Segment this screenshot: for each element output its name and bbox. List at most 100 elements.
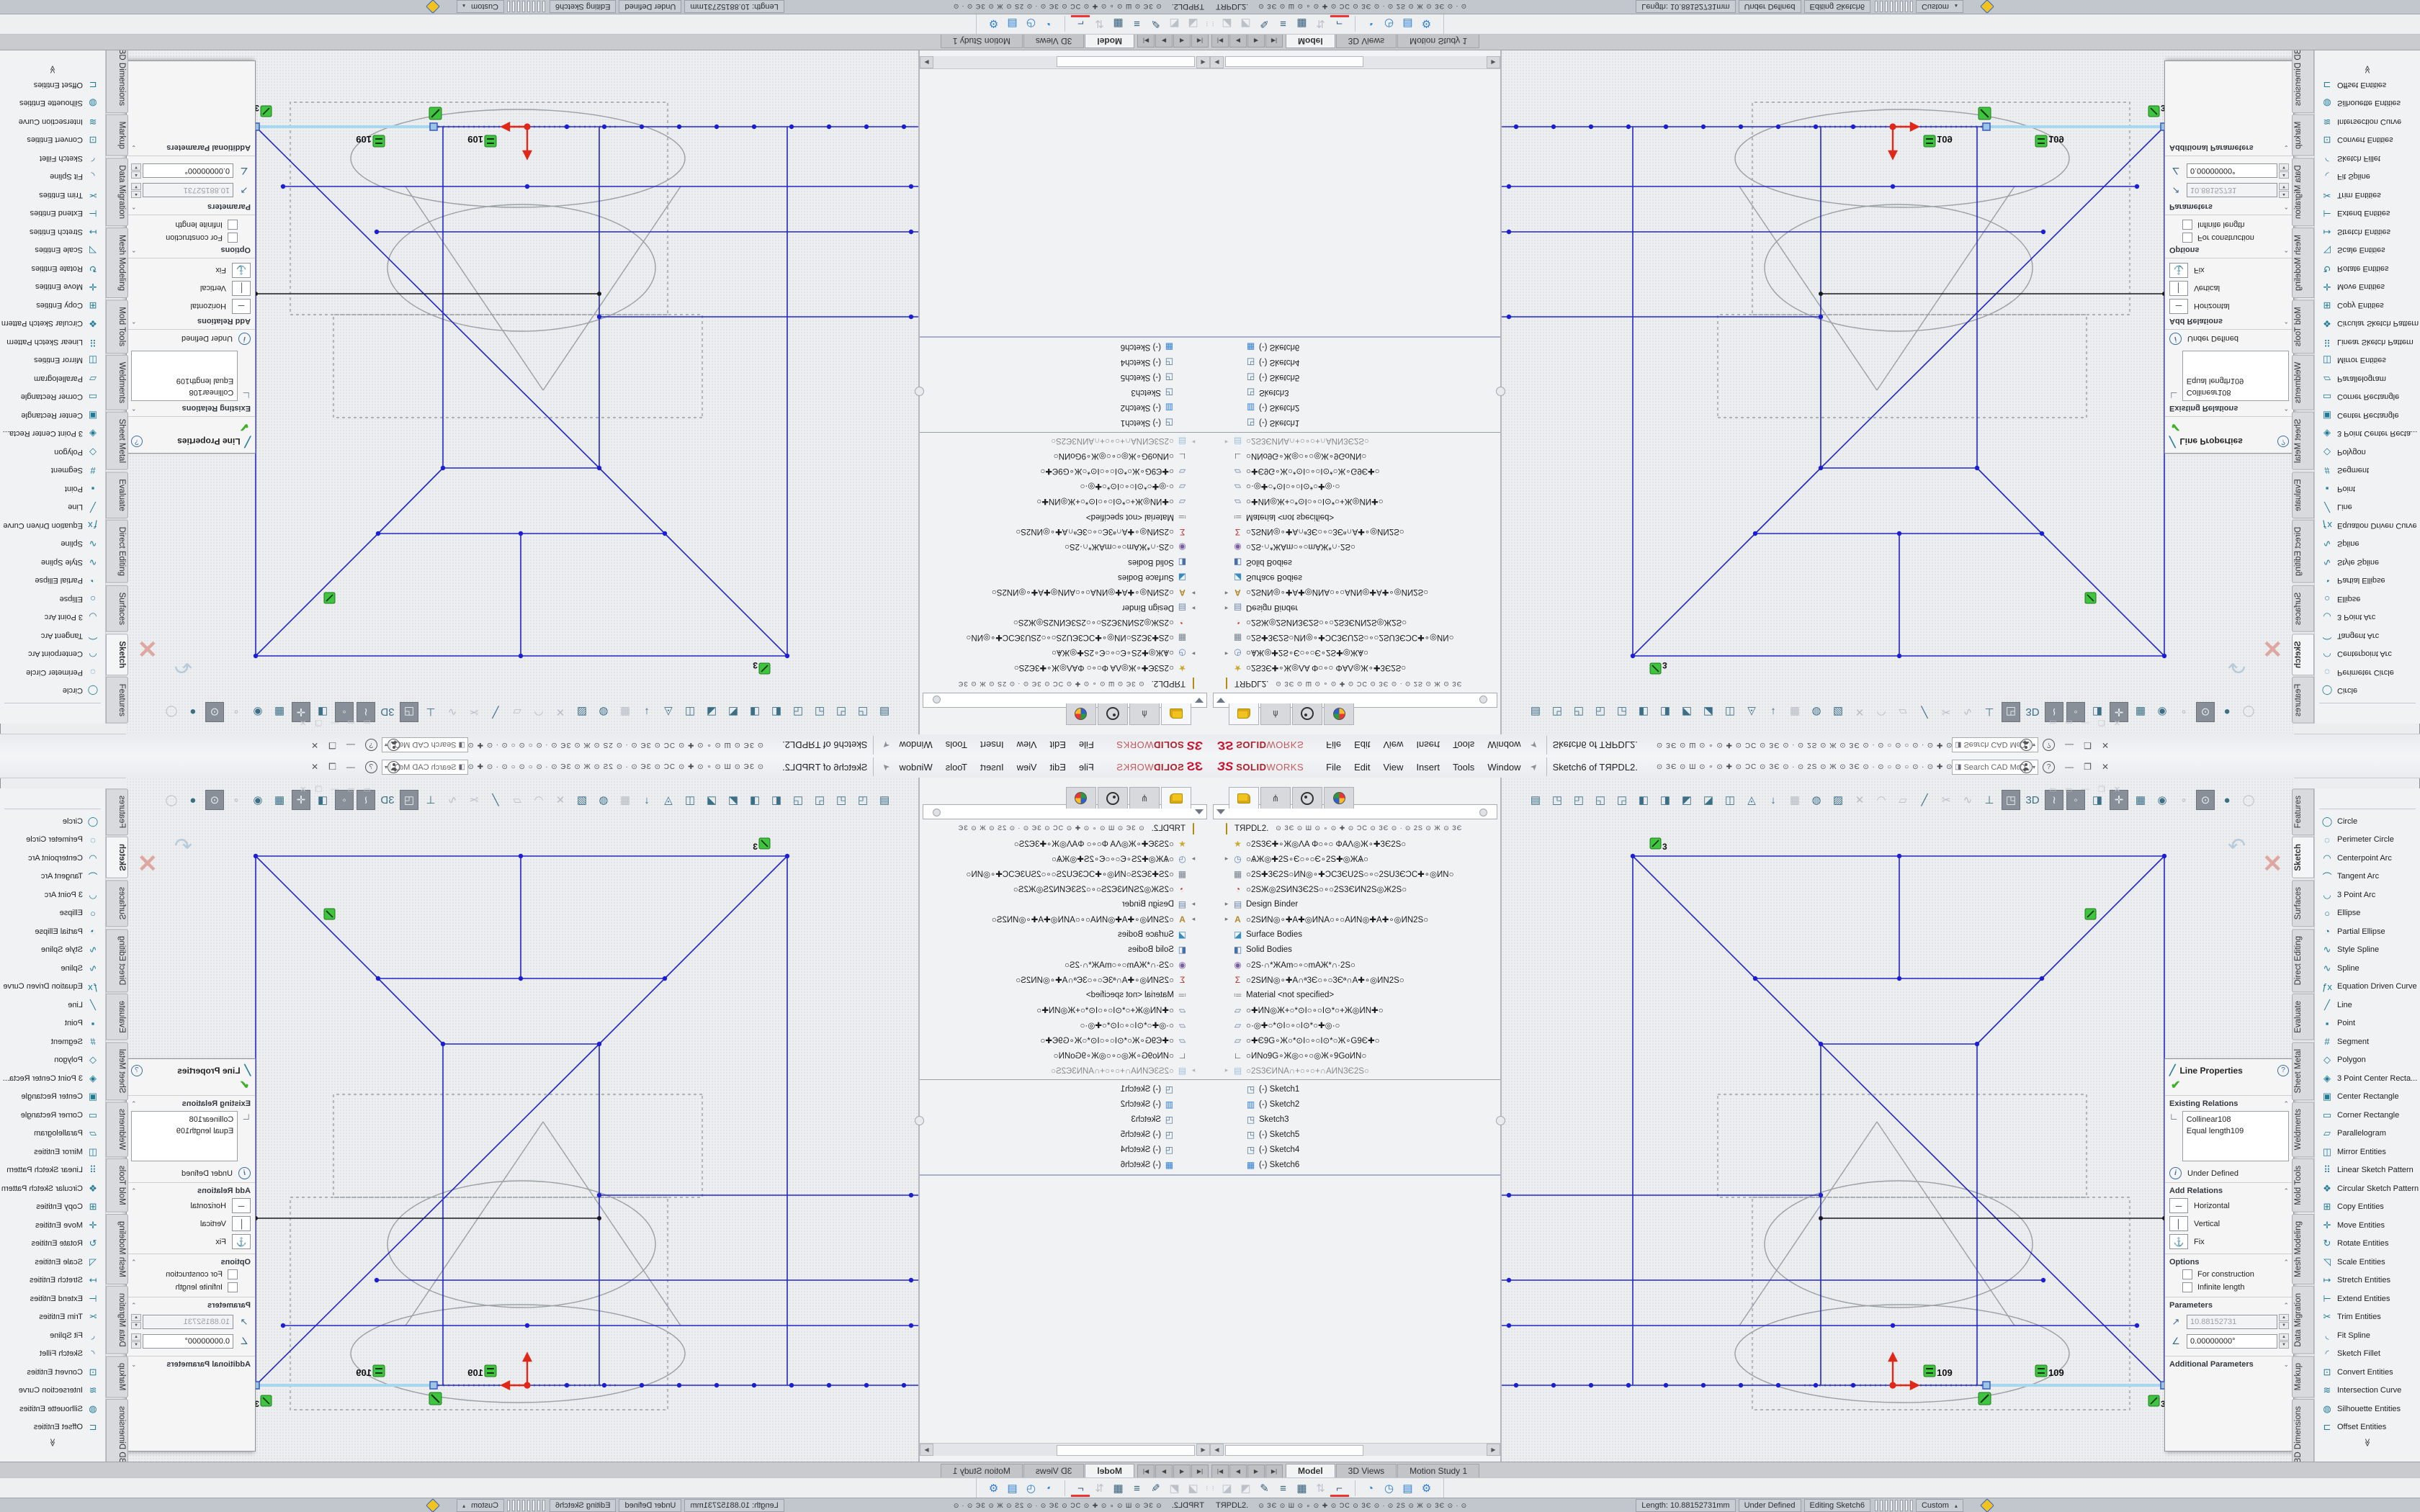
cancel-sketch-icon[interactable]: ✕ <box>2262 634 2283 662</box>
tree-sketch-item[interactable]: ▦ (-) Sketch6 <box>920 1157 1210 1172</box>
spinner-control[interactable]: ▲▼ <box>131 183 141 198</box>
view-toolbar-icon[interactable]: ◰ <box>1569 702 1588 722</box>
scroll-left-button[interactable]: ◀ <box>1210 56 1224 68</box>
bottom-toolbar-icon[interactable]: ◔ <box>1040 1480 1059 1497</box>
relation-button-icon[interactable]: │ <box>2169 1216 2188 1231</box>
horizontal-scrollbar[interactable]: ◀ ▶ <box>920 1443 1210 1456</box>
tool-item[interactable]: ◌ Perimeter Circle <box>0 663 105 682</box>
tree-item[interactable]: Σ ○2SИN◎∘✚A∩ª3Є○∘○3Єª∩A✚∘◎ИN2S○ <box>920 525 1210 540</box>
menu-item[interactable]: Edit <box>1348 740 1376 751</box>
checkbox[interactable] <box>228 220 238 230</box>
tool-item[interactable]: ▱ Parallelogram <box>2315 1125 2420 1143</box>
tool-item[interactable]: ⊢ Extend Entities <box>2315 1290 2420 1308</box>
relation-entry[interactable]: Equal length109 <box>135 375 233 387</box>
menu-item[interactable]: File <box>1319 740 1348 751</box>
tool-item[interactable]: ◠ Centerpoint Arc <box>0 645 105 664</box>
view-toolbar-icon[interactable]: ⊙ <box>2196 790 2215 810</box>
view-toolbar-icon[interactable]: ▦ <box>270 702 289 722</box>
tool-item[interactable]: ⊞ Copy Entities <box>2315 296 2420 315</box>
tool-item[interactable]: ⠿ Linear Sketch Pattern <box>2315 333 2420 351</box>
view-toolbar-icon[interactable]: ◉ <box>248 790 267 810</box>
view-toolbar-icon[interactable]: 3D <box>378 702 397 722</box>
ghost-window-icon[interactable]: ✕ <box>300 718 306 727</box>
help-icon[interactable]: ? <box>2043 761 2055 773</box>
tree-item[interactable]: ▱ ○·◎✚○*⊙I○∘○I⊙*○✚◎·○ <box>920 1017 1210 1032</box>
more-tools-chevron[interactable]: ≫ <box>48 1438 58 1448</box>
pane-splitter[interactable] <box>920 336 1210 338</box>
tool-item[interactable]: ⌒ Tangent Arc <box>2315 626 2420 645</box>
tool-item[interactable]: ⊞ Copy Entities <box>0 296 105 315</box>
tool-item[interactable]: ƒx Equation Driven Curve <box>2315 978 2420 996</box>
help-icon[interactable]: ? <box>2043 739 2055 752</box>
tree-item[interactable]: ▱ ○✚Є9G∘Ж○*⊙I○∘○I⊙*○Ж∘G9Є✚○ <box>1210 464 1500 480</box>
tool-item[interactable]: ◯ Circle <box>0 682 105 701</box>
view-toolbar-icon[interactable]: ▨ <box>573 702 591 722</box>
view-toolbar-icon[interactable]: ◳ <box>2002 702 2020 722</box>
relation-button-icon[interactable]: ⚓ <box>2169 1234 2188 1249</box>
view-toolbar-icon[interactable]: ◱ <box>810 702 829 722</box>
view-toolbar-icon[interactable]: ◠ <box>1872 702 1891 722</box>
view-toolbar-icon[interactable]: ▨ <box>573 790 591 810</box>
section-options[interactable]: Options ⌃ <box>2165 1254 2293 1268</box>
tool-item[interactable]: ◫ Mirror Entities <box>0 351 105 370</box>
view-toolbar-icon[interactable]: ◠ <box>529 790 548 810</box>
menu-item[interactable]: Window <box>1481 762 1527 773</box>
menu-item[interactable]: Window <box>892 762 938 773</box>
checkbox[interactable] <box>2182 1269 2192 1279</box>
help-icon[interactable]: ? <box>365 761 377 773</box>
view-toolbar-icon[interactable]: 3D <box>378 790 397 810</box>
bottom-toolbar-icon[interactable]: ✎ <box>1146 1480 1165 1497</box>
view-toolbar-icon[interactable]: ⊙ <box>205 790 224 810</box>
view-toolbar-icon[interactable]: ◬ <box>1742 702 1761 722</box>
tool-item[interactable]: ▪ Point <box>0 480 105 498</box>
tree-sketch-item[interactable]: ◳ (-) Sketch5 <box>920 1127 1210 1142</box>
featuremanager-tab[interactable] <box>1229 703 1259 725</box>
tool-item[interactable]: ↦ Stretch Entities <box>0 1272 105 1290</box>
document-tab[interactable]: Motion Study 1 <box>941 1464 1023 1478</box>
tool-item[interactable]: ◈ 3 Point Center Recta... <box>0 1069 105 1088</box>
tool-item[interactable]: ⌒ Tangent Arc <box>2315 868 2420 886</box>
bottom-toolbar-icon[interactable]: ✎ <box>1255 1480 1274 1497</box>
checkbox[interactable] <box>2182 220 2192 230</box>
help-icon[interactable]: ? <box>131 1065 143 1076</box>
bottom-toolbar-icon[interactable]: ≡ <box>1127 1480 1146 1497</box>
ghost-window-icon[interactable]: — <box>331 718 339 727</box>
view-toolbar-icon[interactable]: ✂ <box>465 790 483 810</box>
view-toolbar-icon[interactable]: ▨ <box>1829 790 1847 810</box>
tool-item[interactable]: ▭ Corner Rectangle <box>0 388 105 407</box>
tree-sketch-item[interactable]: ◳ (-) Sketch4 <box>920 355 1210 370</box>
scroll-right-button[interactable]: ▶ <box>1487 1444 1500 1456</box>
view-toolbar-icon[interactable]: ◱ <box>810 790 829 810</box>
help-icon[interactable]: ? <box>131 436 143 448</box>
option-row[interactable]: For construction <box>2165 1268 2293 1281</box>
chevron-up-icon[interactable]: ⌃ <box>131 318 137 325</box>
menu-item[interactable]: File <box>1319 762 1348 773</box>
view-toolbar-icon[interactable]: ◰ <box>832 790 851 810</box>
view-toolbar-icon[interactable]: ✕ <box>551 702 570 722</box>
option-row[interactable]: Infinite length <box>127 1281 255 1294</box>
bottom-toolbar-icon[interactable]: ⚙ <box>984 1480 1003 1497</box>
view-toolbar-icon[interactable]: ◰ <box>1569 790 1588 810</box>
view-toolbar-icon[interactable]: ◨ <box>1656 790 1675 810</box>
section-options[interactable]: Options ⌃ <box>127 1254 255 1268</box>
scrollbar-track[interactable] <box>933 1444 1196 1455</box>
tree-item[interactable]: ∟ ○ИNo9G∘Ж◎○∘○◎Ж∘9GoИN○ <box>1210 1048 1500 1063</box>
quick-tip-icon[interactable] <box>426 1498 440 1512</box>
tool-item[interactable]: ◍ Silhouette Entities <box>2315 1400 2420 1418</box>
tool-item[interactable]: ⊞ Copy Entities <box>2315 1198 2420 1217</box>
document-tab[interactable]: Model <box>1286 34 1335 48</box>
command-tab[interactable]: Mold Tools <box>2292 300 2314 354</box>
ghost-window-icon[interactable]: — <box>331 785 339 794</box>
tool-item[interactable]: ❖ Circular Sketch Pattern <box>0 315 105 333</box>
tool-item[interactable]: ✂ Trim Entities <box>2315 186 2420 204</box>
panel-splitter-handle[interactable] <box>915 1116 924 1125</box>
view-toolbar-icon[interactable]: ◨ <box>745 790 764 810</box>
tool-item[interactable]: ◫ Mirror Entities <box>0 1143 105 1161</box>
view-toolbar-icon[interactable]: ▦ <box>1785 702 1804 722</box>
scroll-left-button[interactable]: ◀ <box>1196 56 1210 68</box>
ghost-window-icon[interactable]: ❐ <box>315 718 322 727</box>
bottom-toolbar-icon[interactable]: ⇅ <box>1090 15 1108 32</box>
tool-item[interactable]: ◡ 3 Point Arc <box>2315 608 2420 627</box>
command-tab[interactable]: Markup <box>2292 114 2314 156</box>
parameter-input[interactable]: 10.88152731 <box>143 184 233 198</box>
